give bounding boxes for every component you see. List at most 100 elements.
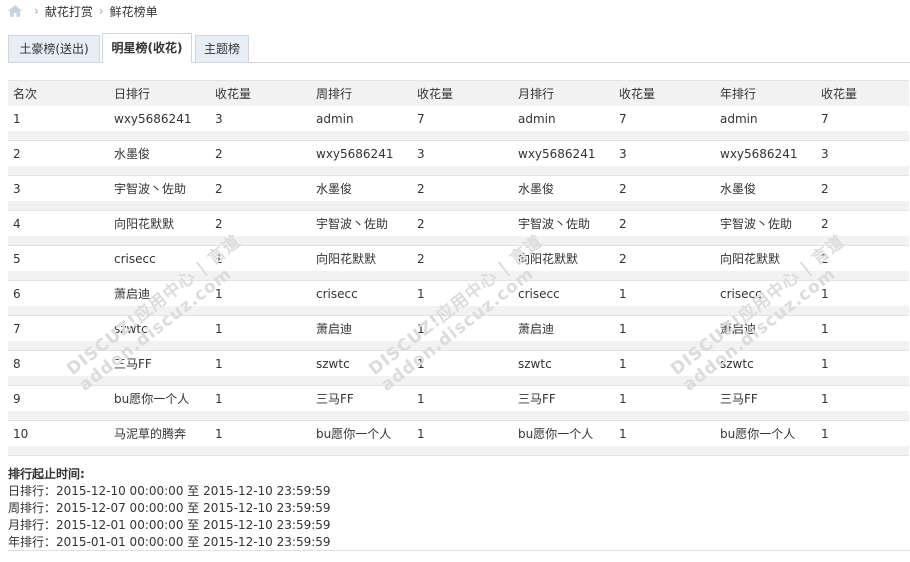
flower-count-cell: 2 [417, 181, 425, 196]
rank-cell: 6 [13, 286, 21, 301]
row-separator [8, 131, 909, 141]
username-cell[interactable]: bu愿你一个人 [715, 421, 816, 447]
username-cell[interactable]: crisecc [513, 281, 614, 307]
username-cell[interactable]: szwtc [311, 351, 412, 377]
username-cell[interactable]: wxy5686241 [513, 141, 614, 167]
username-cell[interactable]: 三马FF [311, 386, 412, 412]
username-cell[interactable]: 水墨俊 [109, 141, 210, 167]
flower-count-cell: 7 [417, 111, 425, 126]
username-cell[interactable]: szwtc [715, 351, 816, 377]
flower-count-cell: 1 [215, 426, 223, 441]
username-cell[interactable]: 三马FF [715, 386, 816, 412]
tab-bar: 土豪榜(送出) 明星榜(收花) 主题榜 [8, 33, 910, 63]
table-row: 3 宇智波丶佐助 2 水墨俊 2 水墨俊 2 水墨俊 2 [8, 176, 909, 202]
flower-count-cell: 2 [215, 181, 223, 196]
flower-count-cell: 2 [417, 216, 425, 231]
rank-cell: 10 [13, 426, 29, 441]
username-cell[interactable]: 水墨俊 [513, 176, 614, 202]
username-cell[interactable]: 萧启迪 [109, 281, 210, 307]
flower-count-cell: 1 [821, 356, 829, 371]
flower-count-cell: 1 [417, 426, 425, 441]
username-cell[interactable]: 三马FF [109, 351, 210, 377]
flower-count-cell: 1 [821, 391, 829, 406]
row-separator [8, 446, 909, 456]
username-cell[interactable]: 水墨俊 [311, 176, 412, 202]
tab-star-ranking[interactable]: 明星榜(收花) [102, 33, 192, 63]
home-icon[interactable] [8, 5, 22, 17]
table-row: 8 三马FF 1 szwtc 1 szwtc 1 szwtc 1 [8, 351, 909, 377]
table-row: 4 向阳花默默 2 宇智波丶佐助 2 宇智波丶佐助 2 宇智波丶佐助 2 [8, 211, 909, 237]
username-cell[interactable]: 水墨俊 [715, 176, 816, 202]
username-cell[interactable]: 萧启迪 [513, 316, 614, 342]
username-cell[interactable]: 向阳花默默 [715, 246, 816, 272]
username-cell[interactable]: szwtc [109, 316, 210, 342]
username-cell[interactable]: 萧启迪 [311, 316, 412, 342]
row-separator [8, 341, 909, 351]
breadcrumb-item-gift[interactable]: 献花打赏 [45, 3, 93, 20]
column-header: 年排行 [715, 80, 816, 106]
username-cell[interactable]: bu愿你一个人 [109, 386, 210, 412]
table-row: 5 crisecc 1 向阳花默默 2 向阳花默默 2 向阳花默默 2 [8, 246, 909, 272]
flower-count-cell: 1 [821, 426, 829, 441]
row-separator [8, 411, 909, 421]
username-cell[interactable]: 向阳花默默 [513, 246, 614, 272]
username-cell[interactable]: admin [311, 106, 412, 131]
flower-count-cell: 1 [417, 391, 425, 406]
username-cell[interactable]: 宇智波丶佐助 [109, 176, 210, 202]
column-header: 收花量 [412, 80, 513, 106]
username-cell[interactable]: 向阳花默默 [311, 246, 412, 272]
flower-count-cell: 7 [821, 111, 829, 126]
tab-tuhao-ranking[interactable]: 土豪榜(送出) [8, 35, 100, 62]
username-cell[interactable]: 三马FF [513, 386, 614, 412]
username-cell[interactable]: 宇智波丶佐助 [715, 211, 816, 237]
username-cell[interactable]: 马泥草的腾奔 [109, 421, 210, 447]
username-cell[interactable]: bu愿你一个人 [311, 421, 412, 447]
flower-count-cell: 1 [215, 391, 223, 406]
row-separator [8, 376, 909, 386]
ranking-time-ranges: 排行起止时间: 日排行：2015-12-10 00:00:00 至 2015-1… [8, 466, 331, 551]
column-header: 收花量 [816, 80, 909, 106]
username-cell[interactable]: crisecc [311, 281, 412, 307]
flower-count-cell: 1 [215, 321, 223, 336]
range-monthly: 月排行：2015-12-01 00:00:00 至 2015-12-10 23:… [8, 518, 331, 532]
username-cell[interactable]: wxy5686241 [311, 141, 412, 167]
username-cell[interactable]: wxy5686241 [715, 141, 816, 167]
ranking-table: 名次 日排行 收花量 周排行 收花量 月排行 收花量 年排行 收花量 1 wxy5686241 3 ad… [8, 80, 909, 456]
flower-count-cell: 1 [619, 321, 627, 336]
username-cell[interactable]: crisecc [109, 246, 210, 272]
breadcrumb-item-ranking[interactable]: 鲜花榜单 [110, 3, 158, 20]
flower-count-cell: 3 [417, 146, 425, 161]
flower-count-cell: 1 [821, 321, 829, 336]
rank-cell: 3 [13, 181, 21, 196]
username-cell[interactable]: crisecc [715, 281, 816, 307]
username-cell[interactable]: admin [715, 106, 816, 131]
row-separator [8, 236, 909, 246]
flower-count-cell: 2 [215, 216, 223, 231]
username-cell[interactable]: 萧启迪 [715, 316, 816, 342]
flower-count-cell: 1 [215, 251, 223, 266]
flower-count-cell: 2 [619, 181, 627, 196]
column-header: 名次 [8, 80, 109, 106]
username-cell[interactable]: 向阳花默默 [109, 211, 210, 237]
row-separator [8, 166, 909, 176]
table-row: 9 bu愿你一个人 1 三马FF 1 三马FF 1 三马FF 1 [8, 386, 909, 412]
ranges-title: 排行起止时间: [8, 467, 85, 481]
breadcrumb: › 献花打赏 › 鲜花榜单 [8, 2, 158, 20]
username-cell[interactable]: szwtc [513, 351, 614, 377]
row-separator [8, 306, 909, 316]
breadcrumb-separator: › [34, 4, 39, 18]
username-cell[interactable]: 宇智波丶佐助 [311, 211, 412, 237]
username-cell[interactable]: wxy5686241 [109, 106, 210, 131]
table-row: 10 马泥草的腾奔 1 bu愿你一个人 1 bu愿你一个人 1 bu愿你一个人 1 [8, 421, 909, 447]
username-cell[interactable]: bu愿你一个人 [513, 421, 614, 447]
flower-count-cell: 2 [619, 251, 627, 266]
column-header: 收花量 [210, 80, 311, 106]
row-separator [8, 271, 909, 281]
flower-count-cell: 2 [215, 146, 223, 161]
rank-cell: 5 [13, 251, 21, 266]
username-cell[interactable]: 宇智波丶佐助 [513, 211, 614, 237]
rank-cell: 7 [13, 321, 21, 336]
flower-count-cell: 1 [215, 356, 223, 371]
username-cell[interactable]: admin [513, 106, 614, 131]
tab-thread-ranking[interactable]: 主题榜 [195, 35, 249, 62]
